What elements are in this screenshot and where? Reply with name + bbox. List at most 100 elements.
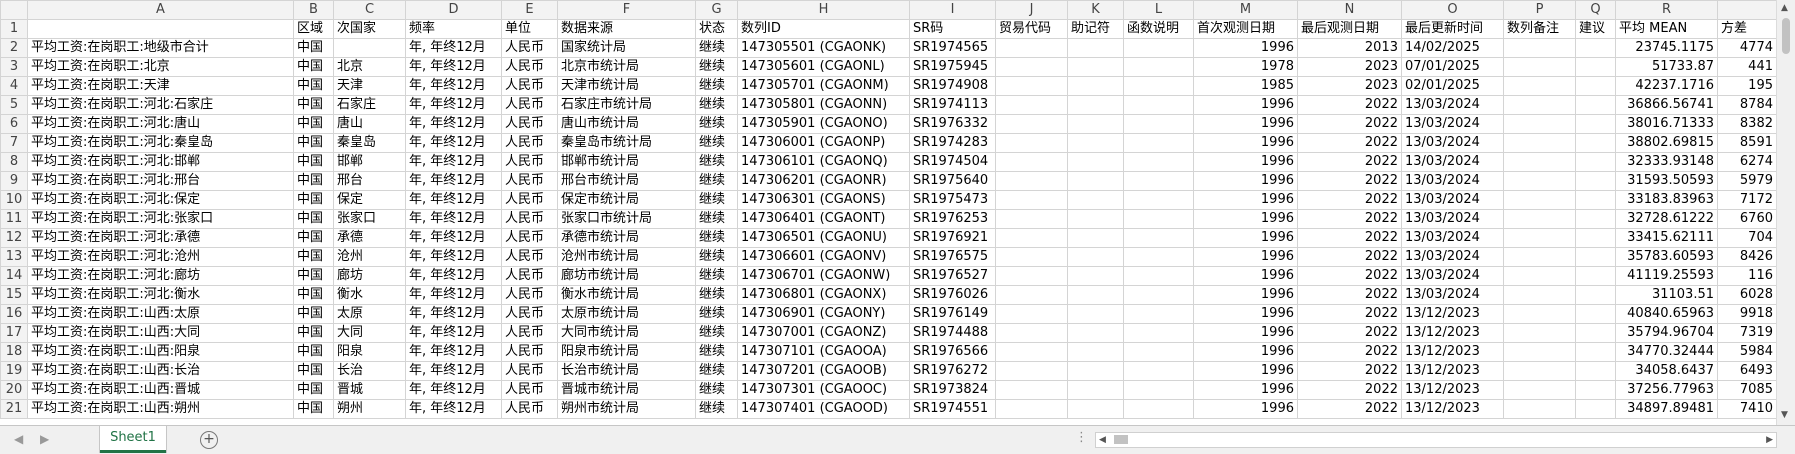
cell[interactable]: 继续 <box>695 57 738 77</box>
cell[interactable]: 13/12/2023 <box>1401 304 1504 324</box>
row-header[interactable]: 18 <box>0 342 28 362</box>
cell[interactable]: 9918 <box>1717 304 1776 324</box>
cell[interactable]: 中国 <box>293 152 334 172</box>
cell[interactable]: 函数说明 <box>1123 19 1194 39</box>
cell[interactable]: 147305601 (CGAONL) <box>737 57 910 77</box>
cell[interactable]: 平均工资:在岗职工:山西:大同 <box>27 323 294 343</box>
cell[interactable]: 1996 <box>1193 114 1298 134</box>
cell[interactable]: 人民币 <box>501 57 558 77</box>
cell[interactable]: SR1976575 <box>909 247 996 267</box>
cell[interactable]: 1985 <box>1193 76 1298 96</box>
cell[interactable] <box>1123 247 1194 267</box>
cell[interactable]: 沧州 <box>333 247 406 267</box>
cell[interactable]: 38016.71333 <box>1615 114 1718 134</box>
cell[interactable] <box>1503 380 1576 400</box>
cell[interactable]: 33183.83963 <box>1615 190 1718 210</box>
cell[interactable]: 次国家 <box>333 19 406 39</box>
row-header[interactable]: 21 <box>0 399 28 419</box>
cell[interactable]: 平均 MEAN <box>1615 19 1718 39</box>
cell[interactable]: 2013 <box>1297 38 1402 58</box>
cell[interactable]: 年, 年终12月 <box>405 285 502 305</box>
cell[interactable]: SR1974565 <box>909 38 996 58</box>
cell[interactable]: 继续 <box>695 361 738 381</box>
cell[interactable]: 13/03/2024 <box>1401 171 1504 191</box>
cell[interactable]: 继续 <box>695 247 738 267</box>
cell[interactable]: 441 <box>1717 57 1776 77</box>
row-header[interactable]: 19 <box>0 361 28 381</box>
cell[interactable]: 继续 <box>695 342 738 362</box>
cell[interactable]: 33415.62111 <box>1615 228 1718 248</box>
cell[interactable]: SR1976566 <box>909 342 996 362</box>
cell[interactable] <box>995 380 1068 400</box>
cell[interactable]: 平均工资:在岗职工:山西:朔州 <box>27 399 294 419</box>
add-sheet-icon[interactable]: + <box>200 431 218 449</box>
cell[interactable] <box>1503 285 1576 305</box>
cell[interactable]: 平均工资:在岗职工:山西:阳泉 <box>27 342 294 362</box>
cell[interactable]: 13/03/2024 <box>1401 266 1504 286</box>
column-header[interactable]: H <box>737 0 910 20</box>
cell[interactable]: 继续 <box>695 171 738 191</box>
cell[interactable]: 34897.89481 <box>1615 399 1718 419</box>
cell[interactable]: 35794.96704 <box>1615 323 1718 343</box>
cell[interactable]: 年, 年终12月 <box>405 133 502 153</box>
cell[interactable] <box>1067 76 1124 96</box>
cell[interactable] <box>1503 133 1576 153</box>
cell[interactable]: 平均工资:在岗职工:地级市合计 <box>27 38 294 58</box>
cell[interactable]: 147306801 (CGAONX) <box>737 285 910 305</box>
row-header[interactable]: 7 <box>0 133 28 153</box>
cell[interactable] <box>1123 285 1194 305</box>
cell[interactable]: 2022 <box>1297 399 1402 419</box>
cell[interactable]: 147307301 (CGAOOC) <box>737 380 910 400</box>
vertical-scrollbar[interactable]: ▲ ▼ <box>1776 0 1795 425</box>
cell[interactable]: 147306601 (CGAONV) <box>737 247 910 267</box>
cell[interactable]: SR1974488 <box>909 323 996 343</box>
cell[interactable]: 中国 <box>293 285 334 305</box>
cell[interactable] <box>995 133 1068 153</box>
vertical-scroll-thumb[interactable] <box>1782 18 1790 54</box>
cell[interactable]: 40840.65963 <box>1615 304 1718 324</box>
column-header[interactable] <box>1717 0 1776 20</box>
cell[interactable]: 147305901 (CGAONO) <box>737 114 910 134</box>
cell[interactable]: 中国 <box>293 304 334 324</box>
cell[interactable] <box>1575 76 1616 96</box>
cell[interactable] <box>1503 399 1576 419</box>
cell[interactable]: 13/12/2023 <box>1401 323 1504 343</box>
row-header[interactable]: 12 <box>0 228 28 248</box>
cell[interactable] <box>1503 57 1576 77</box>
column-header[interactable]: J <box>995 0 1068 20</box>
cell[interactable]: 7172 <box>1717 190 1776 210</box>
cell[interactable] <box>1575 152 1616 172</box>
cell[interactable]: 1996 <box>1193 171 1298 191</box>
cell[interactable]: 37256.77963 <box>1615 380 1718 400</box>
cell[interactable]: 07/01/2025 <box>1401 57 1504 77</box>
horizontal-scrollbar[interactable]: ◀ ▶ <box>1095 432 1777 448</box>
cell[interactable] <box>1575 190 1616 210</box>
cell[interactable]: SR1976149 <box>909 304 996 324</box>
cell[interactable]: 147306101 (CGAONQ) <box>737 152 910 172</box>
cell[interactable]: 1996 <box>1193 209 1298 229</box>
cell[interactable] <box>1123 304 1194 324</box>
cell[interactable]: 人民币 <box>501 266 558 286</box>
cell[interactable] <box>1575 171 1616 191</box>
cell[interactable] <box>1067 285 1124 305</box>
cell[interactable]: 继续 <box>695 38 738 58</box>
cell[interactable]: 中国 <box>293 95 334 115</box>
cell[interactable] <box>1575 247 1616 267</box>
cell[interactable] <box>995 76 1068 96</box>
row-header[interactable]: 10 <box>0 190 28 210</box>
cell[interactable]: 平均工资:在岗职工:河北:张家口 <box>27 209 294 229</box>
cell[interactable]: SR1975945 <box>909 57 996 77</box>
cell[interactable]: 中国 <box>293 171 334 191</box>
cell[interactable]: 继续 <box>695 133 738 153</box>
cell[interactable] <box>1123 95 1194 115</box>
cell[interactable]: 1996 <box>1193 152 1298 172</box>
cell[interactable] <box>1123 361 1194 381</box>
column-header[interactable]: I <box>909 0 996 20</box>
column-header[interactable]: C <box>333 0 406 20</box>
cell[interactable]: 石家庄市统计局 <box>557 95 696 115</box>
cell[interactable]: 建议 <box>1575 19 1616 39</box>
cell[interactable] <box>1503 114 1576 134</box>
cell[interactable]: 年, 年终12月 <box>405 361 502 381</box>
cell[interactable] <box>1575 323 1616 343</box>
cell[interactable] <box>1123 228 1194 248</box>
